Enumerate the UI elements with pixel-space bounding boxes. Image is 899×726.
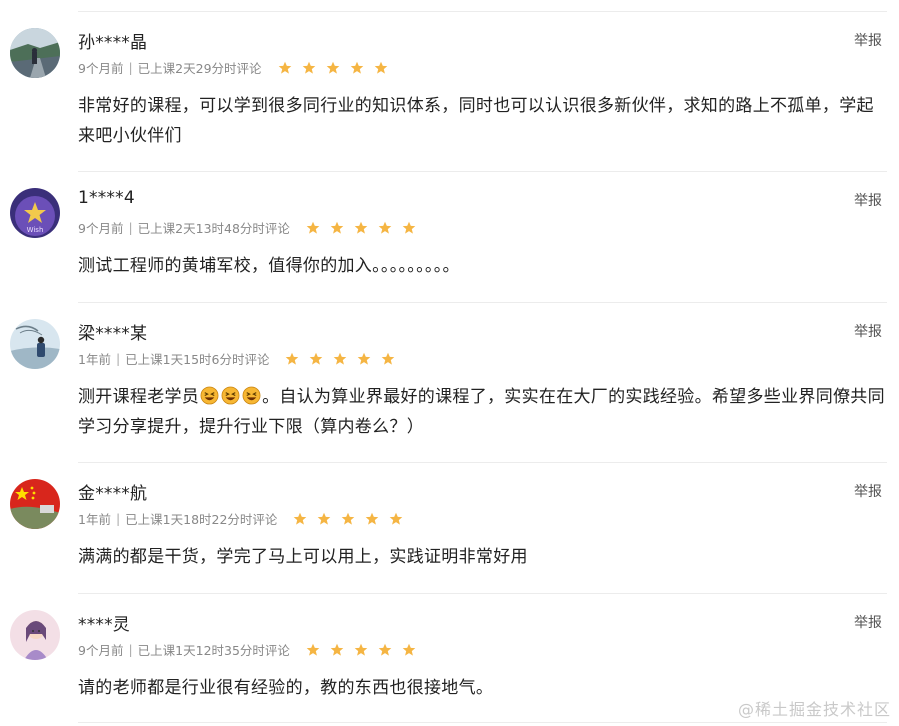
star-icon bbox=[306, 221, 320, 234]
username: ****灵 bbox=[78, 615, 130, 635]
content-before-emoji: 测开课程老学员 bbox=[78, 387, 200, 407]
review-content: 满满的都是干货，学完了马上可以用上，实践证明非常好用 bbox=[78, 547, 528, 567]
review-content: 测试工程师的黄埔军校，值得你的加入。。。。。。。。。 bbox=[78, 256, 460, 276]
user-avatar[interactable]: Wish bbox=[10, 188, 60, 238]
star-icon bbox=[378, 221, 392, 234]
review-item: 孙****晶 举报 9个月前 | 已上课2天29分时评论 非常好的课程，可以学到… bbox=[0, 11, 899, 171]
report-button[interactable]: 举报 bbox=[854, 481, 882, 501]
star-icon bbox=[402, 221, 416, 234]
user-avatar[interactable] bbox=[10, 479, 60, 529]
star-icon bbox=[334, 352, 347, 365]
username: 梁****某 bbox=[78, 324, 148, 344]
meta-separator: | bbox=[128, 220, 133, 235]
laughing-emoji bbox=[220, 386, 241, 407]
study-info: 已上课2天29分时评论 bbox=[137, 61, 262, 76]
time-ago: 1年前 bbox=[78, 352, 111, 367]
star-rating bbox=[293, 512, 413, 526]
review-meta: 9个月前 | 已上课2天29分时评论 bbox=[78, 58, 398, 77]
review-meta: 9个月前 | 已上课1天12时35分时评论 bbox=[78, 640, 426, 659]
time-ago: 9个月前 bbox=[78, 221, 124, 236]
study-info: 已上课1天15时6分时评论 bbox=[125, 352, 270, 367]
star-icon bbox=[342, 512, 355, 525]
star-icon bbox=[326, 61, 339, 74]
report-button[interactable]: 举报 bbox=[854, 190, 882, 210]
star-icon bbox=[286, 352, 299, 365]
star-icon bbox=[330, 643, 344, 656]
laughing-emoji bbox=[199, 386, 220, 407]
star-icon bbox=[330, 221, 344, 234]
meta-separator: | bbox=[115, 511, 121, 526]
star-icon bbox=[354, 643, 368, 656]
user-avatar[interactable] bbox=[10, 319, 60, 369]
star-icon bbox=[366, 512, 379, 525]
svg-text:Wish: Wish bbox=[27, 226, 44, 234]
review-content: 非常好的课程，可以学到很多同行业的知识体系，同时也可以认识很多新伙伴，求知的路上… bbox=[78, 96, 874, 146]
star-rating bbox=[285, 352, 405, 366]
star-rating bbox=[278, 61, 398, 75]
meta-separator: | bbox=[128, 60, 133, 75]
star-icon bbox=[306, 643, 320, 656]
username: 金****航 bbox=[78, 484, 148, 504]
report-button[interactable]: 举报 bbox=[854, 612, 882, 632]
review-item: Wish 1****4 举报 9个月前 | 已上课2天13时48分时评论 测试工… bbox=[0, 171, 899, 302]
time-ago: 9个月前 bbox=[78, 643, 124, 658]
meta-separator: | bbox=[115, 351, 121, 366]
star-icon bbox=[378, 643, 392, 656]
study-info: 已上课2天13时48分时评论 bbox=[137, 221, 290, 236]
review-item: 梁****某 举报 1年前 | 已上课1天15时6分时评论 测开课程老学员 。自认… bbox=[0, 302, 899, 462]
user-avatar[interactable] bbox=[10, 610, 60, 660]
star-icon bbox=[374, 61, 387, 74]
review-meta: 1年前 | 已上课1天15时6分时评论 bbox=[78, 349, 405, 368]
watermark: @稀土掘金技术社区 bbox=[737, 700, 891, 719]
username: 1****4 bbox=[78, 188, 135, 208]
star-icon bbox=[302, 61, 315, 74]
star-icon bbox=[294, 512, 307, 525]
star-icon bbox=[382, 352, 395, 365]
review-meta: 1年前 | 已上课1天18时22分时评论 bbox=[78, 509, 413, 528]
study-info: 已上课1天18时22分时评论 bbox=[125, 512, 278, 527]
star-icon bbox=[310, 352, 323, 365]
star-icon bbox=[390, 512, 403, 525]
star-icon bbox=[350, 61, 363, 74]
star-icon bbox=[354, 221, 368, 234]
star-rating bbox=[306, 643, 426, 657]
star-rating bbox=[306, 221, 426, 235]
review-content: 测开课程老学员 。自认为算业界最好的课程了，实实在在大厂的实践经验。希望多些业界同… bbox=[78, 382, 890, 442]
meta-separator: | bbox=[128, 642, 133, 657]
laughing-emoji bbox=[241, 386, 262, 407]
username: 孙****晶 bbox=[78, 33, 148, 53]
time-ago: 1年前 bbox=[78, 512, 111, 527]
review-item: 金****航 举报 1年前 | 已上课1天18时22分时评论 满满的都是干货，学… bbox=[0, 462, 899, 593]
star-icon bbox=[358, 352, 371, 365]
user-avatar[interactable] bbox=[10, 28, 60, 78]
divider bbox=[78, 722, 887, 723]
study-info: 已上课1天12时35分时评论 bbox=[137, 643, 290, 658]
review-meta: 9个月前 | 已上课2天13时48分时评论 bbox=[78, 218, 426, 237]
star-icon bbox=[402, 643, 416, 656]
report-button[interactable]: 举报 bbox=[854, 321, 882, 341]
time-ago: 9个月前 bbox=[78, 61, 124, 76]
star-icon bbox=[278, 61, 291, 74]
star-icon bbox=[318, 512, 331, 525]
review-list: 孙****晶 举报 9个月前 | 已上课2天29分时评论 非常好的课程，可以学到… bbox=[0, 0, 899, 726]
report-button[interactable]: 举报 bbox=[854, 30, 882, 50]
